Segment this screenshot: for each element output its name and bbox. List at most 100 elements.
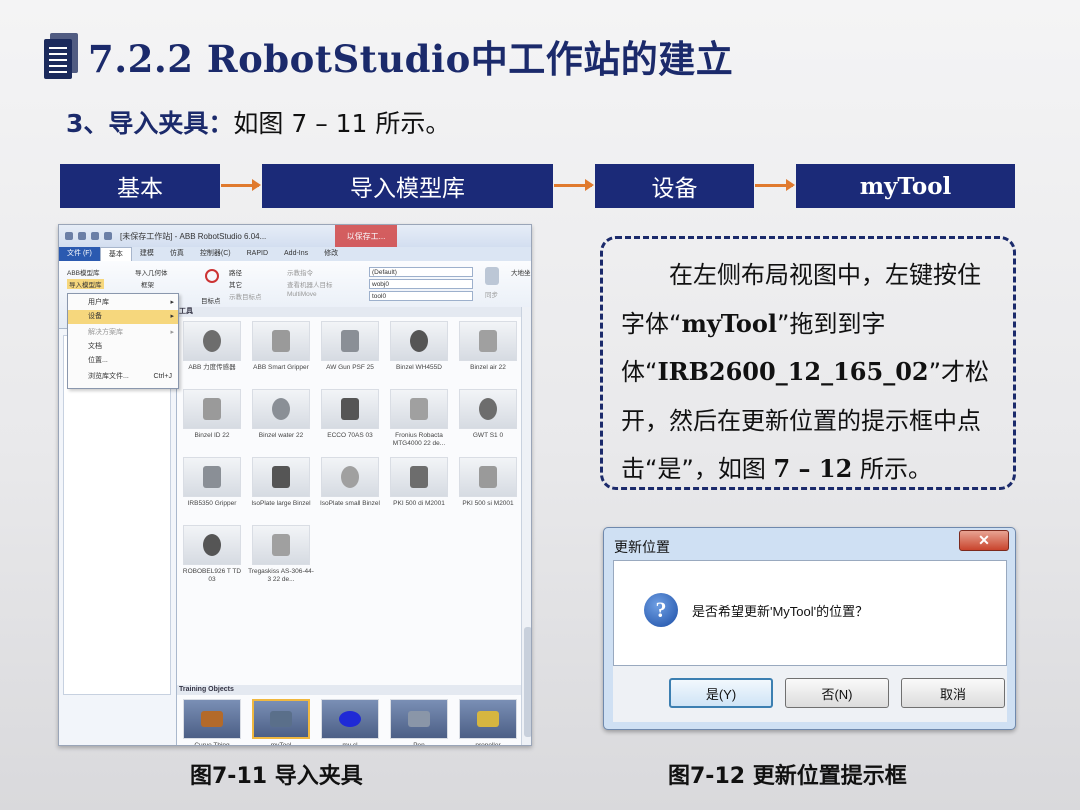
tool-label: AW Gun PSF 25 <box>326 364 374 371</box>
tab-controller[interactable]: 控制器(C) <box>192 247 239 261</box>
tool-label: IsoPlate small Binzel <box>320 500 380 507</box>
tool-label: ROBOBEL926 T TD 03 <box>182 568 242 583</box>
cancel-button[interactable]: 取消 <box>901 678 1005 708</box>
tool-thumbnail <box>321 389 379 429</box>
mytool-term: myTool <box>681 308 778 338</box>
tool-tile[interactable]: Fronius Robacta MTG4000 22 de... <box>386 389 452 448</box>
quick-access-toolbar[interactable] <box>65 232 112 240</box>
slide-title: 7.2.2 RobotStudio中工作站的建立 <box>88 37 734 81</box>
workpiece-combo[interactable]: (Default) <box>369 267 473 277</box>
tool-combo[interactable]: tool0 <box>369 291 473 301</box>
tool-label: Tregaskiss AS-306-44-3 22 de... <box>248 568 314 583</box>
import-geometry-button[interactable]: 导入几何体 <box>135 267 168 277</box>
tool-tile[interactable]: PKI 500 di M2001 <box>386 457 452 508</box>
tool-label: ABB Smart Gripper <box>253 364 309 371</box>
multimove-button[interactable]: MultiMove <box>287 291 317 298</box>
subtitle: 3、导入夹具：如图 7 – 11 所示。 <box>66 104 450 140</box>
tool-thumbnail <box>390 457 448 497</box>
dialog-body: ? 是否希望更新'MyTool'的位置？ <box>613 560 1007 666</box>
tool-label: ABB 力度传感器 <box>188 364 236 371</box>
wobj-combo[interactable]: wobj0 <box>369 279 473 289</box>
tool-label: IRB5350 Gripper <box>187 500 237 507</box>
training-label: Pen <box>413 742 425 746</box>
tool-label: IsoPlate large Binzel <box>251 500 311 507</box>
robotstudio-screenshot: [未保存工作站] - ABB RobotStudio 6.04... 以保存工.… <box>58 224 532 746</box>
question-icon: ? <box>644 593 678 627</box>
tab-basic[interactable]: 基本 <box>99 247 132 261</box>
training-label: myTool <box>270 742 292 746</box>
tool-tile[interactable]: Tregaskiss AS-306-44-3 22 de... <box>248 525 314 584</box>
menu-item-equipment[interactable]: 设备 ▸ <box>68 310 178 324</box>
dialog-message: 是否希望更新'MyTool'的位置？ <box>692 604 869 619</box>
training-thumbnail <box>252 699 310 739</box>
show-target-button[interactable]: 示教目标点 <box>229 291 262 301</box>
tool-thumbnail <box>459 321 517 361</box>
tool-tile[interactable]: GWT S1 0 <box>455 389 521 440</box>
target-button[interactable]: 目标点 <box>201 295 221 305</box>
tab-modify[interactable]: 修改 <box>316 247 346 261</box>
tool-thumbnail <box>459 389 517 429</box>
menu-item-browse-library[interactable]: 浏览库文件... Ctrl+J <box>68 370 178 384</box>
gallery-scrollbar[interactable] <box>521 307 531 745</box>
abb-library-button[interactable]: ABB模型库 <box>67 267 100 277</box>
frame-button[interactable]: 框架 <box>141 279 154 289</box>
subtitle-lead: 3、导入夹具： <box>66 109 234 138</box>
world-coordinate-label[interactable]: 大地坐 <box>511 267 531 277</box>
training-tile[interactable]: propeller <box>455 699 521 745</box>
view-robot-target-button[interactable]: 查看机器人目标 <box>287 279 333 289</box>
tool-tile[interactable]: Binzel water 22 <box>248 389 314 440</box>
tool-tile[interactable]: ABB 力度传感器 <box>179 321 245 372</box>
training-header: Training Objects <box>177 685 521 695</box>
tool-label: Binzel WH455D <box>396 364 442 371</box>
tab-simulation[interactable]: 仿真 <box>162 247 192 261</box>
tool-tile[interactable]: Binzel air 22 <box>455 321 521 372</box>
tab-modeling[interactable]: 建模 <box>132 247 162 261</box>
tool-tile[interactable]: PKI 500 si M2001 <box>455 457 521 508</box>
tool-tile[interactable]: IsoPlate large Binzel <box>248 457 314 508</box>
scroll-thumb[interactable] <box>524 627 531 737</box>
tool-tile[interactable]: IsoPlate small Binzel <box>317 457 383 508</box>
tool-thumbnail <box>390 389 448 429</box>
sync-button[interactable]: 同步 <box>485 289 498 299</box>
menu-item-document[interactable]: 文档 <box>68 340 178 354</box>
training-label: Curve Thing <box>194 742 230 746</box>
subtitle-text: 如图 7 – 11 所示。 <box>233 109 451 138</box>
layout-tree <box>63 335 171 695</box>
instruction-text: 在左侧布局视图中，左键按住字体“myTool”拖到到字体“IRB2600_12_… <box>621 261 990 483</box>
tab-rapid[interactable]: RAPID <box>239 247 276 261</box>
menu-item-user-library[interactable]: 用户库 ▸ <box>68 296 178 310</box>
tab-addins[interactable]: Add-Ins <box>276 247 316 261</box>
tool-tile[interactable]: Binzel ID 22 <box>179 389 245 440</box>
window-badge: 以保存工... <box>335 225 397 247</box>
tool-tile[interactable]: IRB5350 Gripper <box>179 457 245 508</box>
sync-icon <box>485 267 499 285</box>
tool-tile[interactable]: AW Gun PSF 25 <box>317 321 383 372</box>
training-tile[interactable]: Curve Thing <box>179 699 245 746</box>
teach-instruction-button[interactable]: 示教指令 <box>287 267 313 277</box>
close-button[interactable]: ✕ <box>959 530 1009 551</box>
tool-label: Binzel ID 22 <box>194 432 230 439</box>
update-position-dialog: 更新位置 ✕ ? 是否希望更新'MyTool'的位置？ 是(Y) 否(N) 取消 <box>603 527 1016 730</box>
training-tile[interactable]: my cl <box>317 699 383 745</box>
path-button[interactable]: 路径 <box>229 267 242 277</box>
yes-button[interactable]: 是(Y) <box>669 678 773 708</box>
menu-item-solution-library[interactable]: 解决方案库 ▸ <box>68 326 178 340</box>
tool-tile[interactable]: ROBOBEL926 T TD 03 <box>179 525 245 584</box>
menu-item-location[interactable]: 位置... <box>68 354 178 368</box>
ribbon-tabs: 文件 (F) 基本 建模 仿真 控制器(C) RAPID Add-Ins 修改 <box>59 247 531 261</box>
training-thumbnail <box>390 699 448 739</box>
tool-tile[interactable]: ECCO 70AS 03 <box>317 389 383 440</box>
instruction-note: 在左侧布局视图中，左键按住字体“myTool”拖到到字体“IRB2600_12_… <box>600 236 1016 490</box>
tool-thumbnail <box>183 457 241 497</box>
flow-arrow <box>554 179 594 191</box>
tab-file[interactable]: 文件 (F) <box>59 247 100 261</box>
figure-caption-7-12: 图7-12 更新位置提示框 <box>668 764 907 789</box>
import-library-button[interactable]: 导入模型库 <box>67 279 104 289</box>
tool-thumbnail <box>252 389 310 429</box>
no-button[interactable]: 否(N) <box>785 678 889 708</box>
tool-tile[interactable]: Binzel WH455D <box>386 321 452 372</box>
training-tile[interactable]: Pen <box>386 699 452 746</box>
tool-tile[interactable]: ABB Smart Gripper <box>248 321 314 372</box>
training-tile[interactable]: myTool <box>248 699 314 746</box>
other-button[interactable]: 其它 <box>229 279 242 289</box>
